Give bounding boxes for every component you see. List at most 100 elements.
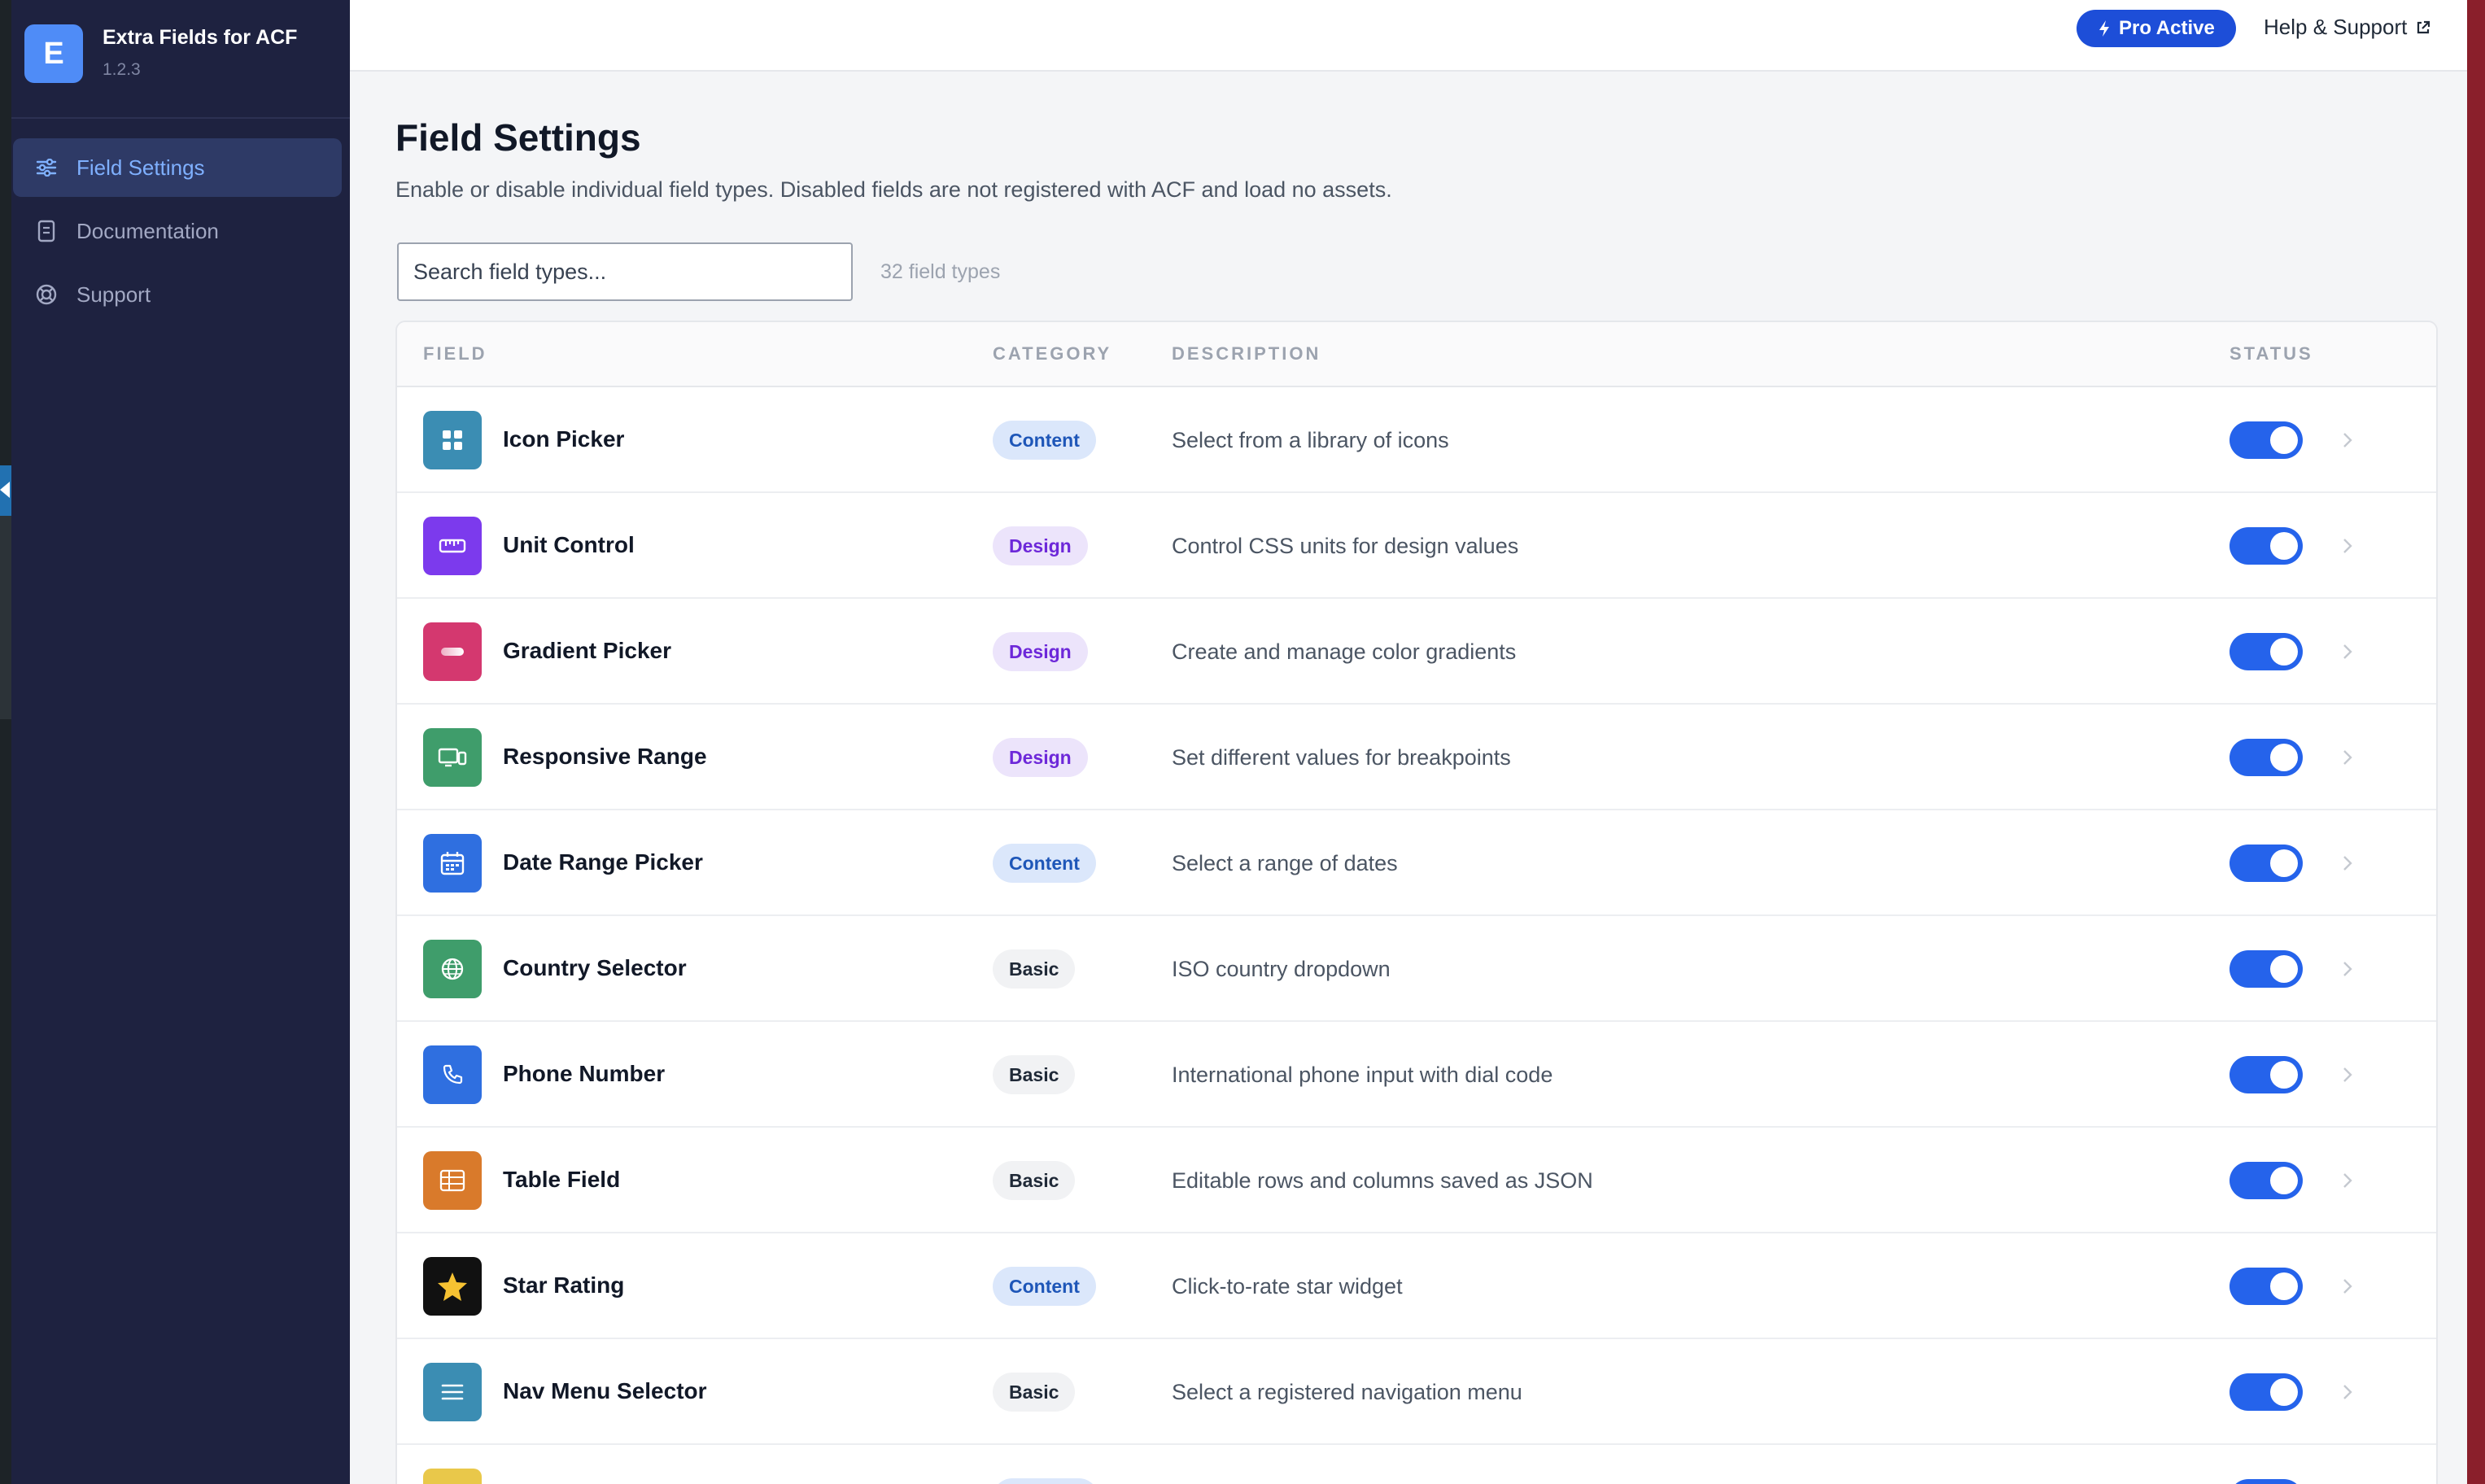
column-header-status: STATUS — [2230, 343, 2313, 364]
help-support-link[interactable]: Help & Support — [2264, 15, 2431, 40]
field-description: Control CSS units for design values — [1172, 534, 1519, 558]
sidebar-item-field-settings[interactable]: Field Settings — [13, 138, 342, 197]
table-row[interactable]: Unit Control Design Control CSS units fo… — [397, 493, 2436, 599]
chevron-right-icon[interactable] — [2334, 532, 2361, 560]
table-row[interactable]: Gradient Picker Design Create and manage… — [397, 599, 2436, 705]
category-badge: Design — [993, 526, 1088, 565]
field-description: Select from a library of icons — [1172, 428, 1449, 452]
sidebar-nav: Field Settings Documentation Support — [11, 119, 350, 324]
category-badge: Basic — [993, 949, 1076, 989]
main-content: Pro Active Help & Support Field Settings… — [350, 0, 2467, 1484]
collapse-menu-icon[interactable] — [0, 465, 11, 516]
field-name: Nav Menu Selector — [503, 1378, 707, 1403]
chevron-right-icon[interactable] — [2334, 1061, 2361, 1089]
table-row[interactable]: Icon Picker Content Select from a librar… — [397, 387, 2436, 493]
chevron-right-icon[interactable] — [2334, 638, 2361, 666]
chevron-right-icon[interactable] — [2334, 1378, 2361, 1406]
table-row[interactable]: Nav Menu Selector Basic Select a registe… — [397, 1339, 2436, 1445]
brand: E Extra Fields for ACF 1.2.3 — [11, 0, 350, 119]
sliders-icon — [34, 155, 59, 180]
table-row[interactable]: Country Selector Basic ISO country dropd… — [397, 916, 2436, 1022]
field-description: Click-to-rate star widget — [1172, 1274, 1403, 1298]
status-toggle[interactable] — [2230, 1268, 2303, 1305]
category-badge: Basic — [993, 1161, 1076, 1200]
category-badge: Content — [993, 1267, 1096, 1306]
table-icon — [423, 1151, 482, 1210]
status-toggle[interactable] — [2230, 1056, 2303, 1093]
status-toggle[interactable] — [2230, 950, 2303, 988]
admin-menu-fold — [0, 516, 11, 719]
field-description: Select a range of dates — [1172, 851, 1398, 875]
field-name: Date Range Picker — [503, 849, 703, 875]
status-toggle[interactable] — [2230, 633, 2303, 670]
table-row[interactable]: Phone Number Basic International phone i… — [397, 1022, 2436, 1128]
sidebar-item-documentation[interactable]: Documentation — [13, 202, 342, 260]
field-name: Phone Number — [503, 1061, 666, 1086]
sidebar: E Extra Fields for ACF 1.2.3 Field Setti… — [11, 0, 350, 1484]
grid-icon — [423, 411, 482, 469]
calendar-icon — [423, 834, 482, 893]
sidebar-item-support[interactable]: Support — [13, 265, 342, 324]
field-name: Gradient Picker — [503, 638, 671, 663]
pro-active-label: Pro Active — [2119, 17, 2215, 39]
table-row[interactable]: Responsive Range Design Set different va… — [397, 705, 2436, 810]
topbar: Pro Active Help & Support — [350, 0, 2467, 72]
menu-icon — [423, 1363, 482, 1421]
table-row[interactable]: Table Field Basic Editable rows and colu… — [397, 1128, 2436, 1233]
column-header-field: FIELD — [423, 343, 487, 364]
table-row[interactable]: Date Range Picker Content Select a range… — [397, 810, 2436, 916]
table-row-partial[interactable] — [397, 1445, 2436, 1484]
status-toggle[interactable] — [2230, 1373, 2303, 1411]
lifebuoy-icon — [34, 282, 59, 307]
column-header-description: DESCRIPTION — [1172, 343, 1321, 364]
sidebar-item-label: Documentation — [76, 218, 219, 243]
status-toggle[interactable] — [2230, 1162, 2303, 1199]
app-logo: E — [24, 24, 83, 83]
chevron-right-icon[interactable] — [2334, 849, 2361, 877]
field-description: Editable rows and columns saved as JSON — [1172, 1168, 1593, 1193]
bolt-icon — [2099, 20, 2109, 37]
star-icon — [423, 1257, 482, 1316]
category-badge: Basic — [993, 1373, 1076, 1412]
field-icon — [423, 1469, 482, 1484]
field-description: Create and manage color gradients — [1172, 639, 1517, 664]
chevron-right-icon[interactable] — [2334, 744, 2361, 771]
category-badge — [993, 1478, 1098, 1484]
status-toggle[interactable] — [2230, 527, 2303, 565]
devices-icon — [423, 728, 482, 787]
table-row[interactable]: Star Rating Content Click-to-rate star w… — [397, 1233, 2436, 1339]
external-link-icon — [2417, 20, 2430, 33]
field-table: FIELD CATEGORY DESCRIPTION STATUS Icon P… — [395, 321, 2438, 1484]
field-description: Select a registered navigation menu — [1172, 1380, 1522, 1404]
phone-icon — [423, 1045, 482, 1104]
status-toggle[interactable] — [2230, 1479, 2303, 1484]
field-name: Unit Control — [503, 532, 635, 557]
help-support-label: Help & Support — [2264, 15, 2408, 39]
table-header: FIELD CATEGORY DESCRIPTION STATUS — [397, 322, 2436, 387]
status-toggle[interactable] — [2230, 739, 2303, 776]
category-badge: Design — [993, 632, 1088, 671]
field-name: Table Field — [503, 1167, 621, 1192]
sidebar-item-label: Support — [76, 282, 151, 307]
chevron-right-icon[interactable] — [2334, 955, 2361, 983]
globe-icon — [423, 940, 482, 998]
field-name: Responsive Range — [503, 744, 707, 769]
page-description: Enable or disable individual field types… — [395, 177, 1392, 202]
gradient-icon — [423, 622, 482, 681]
status-toggle[interactable] — [2230, 421, 2303, 459]
chevron-right-icon[interactable] — [2334, 1272, 2361, 1300]
ruler-icon — [423, 517, 482, 575]
field-description: International phone input with dial code — [1172, 1063, 1553, 1087]
chevron-right-icon[interactable] — [2334, 1167, 2361, 1194]
wp-admin-edge — [0, 0, 11, 1484]
category-badge: Content — [993, 844, 1096, 883]
status-toggle[interactable] — [2230, 845, 2303, 882]
category-badge: Content — [993, 421, 1096, 460]
app-name: Extra Fields for ACF — [103, 26, 298, 49]
search-input[interactable] — [397, 242, 853, 301]
field-description: ISO country dropdown — [1172, 957, 1391, 981]
field-description: Set different values for breakpoints — [1172, 745, 1511, 770]
category-badge: Basic — [993, 1055, 1076, 1094]
chevron-right-icon[interactable] — [2334, 426, 2361, 454]
pro-active-badge[interactable]: Pro Active — [2077, 10, 2236, 47]
